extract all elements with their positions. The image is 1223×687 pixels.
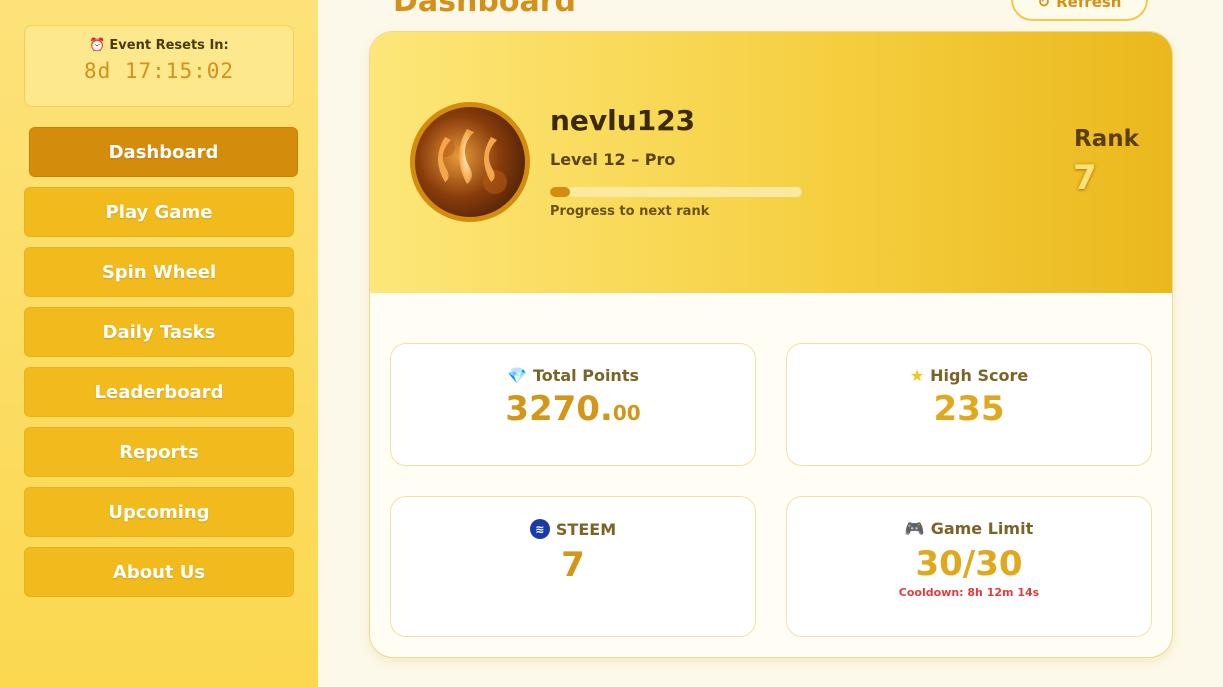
rank-value: 7: [1073, 158, 1097, 198]
steem-label: STEEM: [555, 519, 617, 539]
stat-steem: ≋ STEEM 7: [390, 496, 756, 637]
game-limit-heading: 🎮 Game Limit: [787, 519, 1151, 538]
nav-about-us[interactable]: About Us: [24, 547, 294, 597]
nav-reports[interactable]: Reports: [24, 427, 294, 477]
dashboard-card: nevlu123 Level 12 – Pro Progress to next…: [369, 31, 1173, 658]
username: nevlu123: [550, 104, 696, 137]
cooldown-text: Cooldown: 8h 12m 14s: [898, 586, 1040, 599]
avatar: [410, 102, 530, 222]
total-points-integer: 3270.: [505, 389, 613, 429]
rank-progress-label: Progress to next rank: [550, 204, 710, 219]
steem-value: 7: [561, 545, 585, 585]
refresh-button[interactable]: ↻ Refresh: [1011, 0, 1148, 21]
high-score-value: 235: [933, 389, 1005, 429]
total-points-decimal: 00: [612, 401, 641, 425]
refresh-label: Refresh: [1056, 0, 1122, 11]
star-icon: ★: [909, 366, 925, 385]
nav-dashboard[interactable]: Dashboard: [29, 127, 298, 177]
nav-spin-wheel[interactable]: Spin Wheel: [24, 247, 294, 297]
user-level: Level 12 – Pro: [550, 150, 676, 169]
rank-progress-fill: [550, 187, 571, 197]
page-title: Dashboard: [393, 0, 576, 19]
steem-heading: ≋ STEEM: [391, 519, 755, 539]
event-timer-heading: ⏰ Event Resets In:: [25, 38, 293, 53]
stat-game-limit: 🎮 Game Limit 30/30 Cooldown: 8h 12m 14s: [786, 496, 1152, 637]
high-score-heading: ★ High Score: [787, 366, 1151, 385]
sidebar: ⏰ Event Resets In: 8d 17:15:02 Dashboard…: [0, 0, 318, 687]
steem-logo-icon: [435, 129, 507, 194]
gem-icon: 💎: [507, 366, 527, 385]
event-timer-box: ⏰ Event Resets In: 8d 17:15:02: [24, 25, 294, 107]
event-timer-label: Event Resets In:: [109, 38, 229, 53]
nav-daily-tasks[interactable]: Daily Tasks: [24, 307, 294, 357]
steem-icon: ≋: [529, 519, 550, 539]
refresh-icon: ↻: [1037, 0, 1051, 11]
total-points-heading: 💎 Total Points: [391, 366, 755, 385]
nav-leaderboard[interactable]: Leaderboard: [24, 367, 294, 417]
nav-play-game[interactable]: Play Game: [24, 187, 294, 237]
high-score-label: High Score: [930, 366, 1029, 385]
game-limit-value: 30/30: [915, 544, 1023, 584]
total-points-label: Total Points: [532, 366, 639, 385]
stat-total-points: 💎 Total Points 3270.00: [390, 343, 756, 466]
nav-upcoming[interactable]: Upcoming: [24, 487, 294, 537]
game-limit-label: Game Limit: [930, 519, 1034, 538]
gamepad-icon: 🎮: [904, 519, 925, 538]
alarm-clock-icon: ⏰: [89, 38, 106, 53]
rank-progress-bar: [550, 187, 802, 197]
rank-label: Rank: [1074, 126, 1139, 152]
event-timer-value: 8d 17:15:02: [83, 59, 235, 83]
stat-high-score: ★ High Score 235: [786, 343, 1152, 466]
profile-hero: nevlu123 Level 12 – Pro Progress to next…: [370, 32, 1172, 293]
total-points-value: 3270.00: [391, 389, 755, 429]
